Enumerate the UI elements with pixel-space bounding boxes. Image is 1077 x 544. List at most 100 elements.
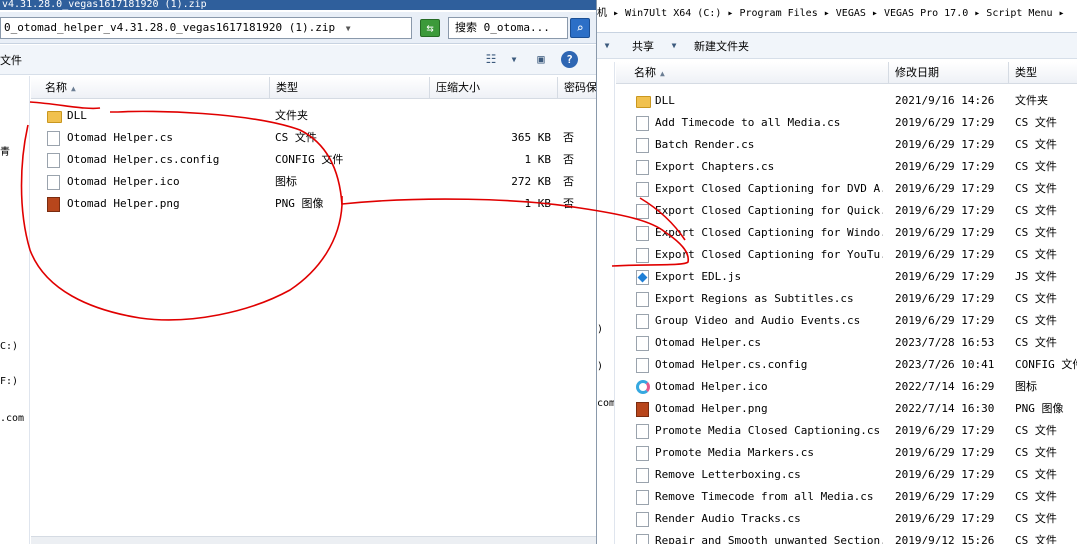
new-folder-button[interactable]: 新建文件夹 bbox=[694, 38, 749, 54]
file-row[interactable]: Otomad Helper.ico 2022/7/14 16:29 图标 bbox=[616, 376, 1077, 398]
file-row[interactable]: DLL 2021/9/16 14:26 文件夹 bbox=[616, 90, 1077, 112]
view-dropdown-icon[interactable]: ▼ bbox=[505, 51, 523, 68]
column-date[interactable]: 修改日期 bbox=[889, 62, 1009, 84]
search-input[interactable]: 搜索 0_otoma... bbox=[448, 17, 568, 39]
nav-fragment[interactable]: .com bbox=[0, 413, 24, 424]
right-explorer-window: 机 ▸ Win7Ult X64 (C:) ▸ Program Files ▸ V… bbox=[597, 0, 1077, 544]
column-label: 修改日期 bbox=[895, 66, 939, 79]
breadcrumb[interactable]: 机 ▸ Win7Ult X64 (C:) ▸ Program Files ▸ V… bbox=[597, 4, 1065, 19]
file-row[interactable]: Render Audio Tracks.cs 2019/6/29 17:29 CS … bbox=[616, 508, 1077, 530]
cell-name: DLL bbox=[655, 94, 675, 107]
cell-date: 2019/6/29 17:29 bbox=[895, 270, 995, 283]
file-row[interactable]: Promote Media Markers.cs 2019/6/29 17:29 C… bbox=[616, 442, 1077, 464]
organize-dropdown-icon[interactable]: ▼ bbox=[598, 37, 616, 54]
cell-type: CS 文件 bbox=[1015, 292, 1057, 305]
file-row[interactable]: Remove Timecode from all Media.cs 2019/6/… bbox=[616, 486, 1077, 508]
nav-fragment[interactable]: ) bbox=[597, 324, 603, 335]
file-row[interactable]: Otomad Helper.cs.config CONFIG 文件 1 KB 否 bbox=[31, 149, 596, 171]
cell-name: Otomad Helper.cs bbox=[655, 336, 761, 349]
cell-type: CS 文件 bbox=[1015, 248, 1057, 261]
cell-type: 图标 bbox=[275, 175, 297, 188]
preview-pane-icon[interactable]: ▣ bbox=[532, 51, 550, 68]
cell-date: 2019/6/29 17:29 bbox=[895, 160, 995, 173]
share-button[interactable]: 共享 bbox=[632, 38, 654, 54]
column-password[interactable]: 密码保 bbox=[558, 77, 596, 99]
file-row[interactable]: Remove Letterboxing.cs 2019/6/29 17:29 CS … bbox=[616, 464, 1077, 486]
help-icon[interactable]: ? bbox=[561, 51, 578, 68]
cell-date: 2019/9/12 15:26 bbox=[895, 534, 995, 544]
cell-name: DLL bbox=[67, 109, 87, 122]
cell-size: 1 KB bbox=[524, 197, 552, 210]
file-row[interactable]: Group Video and Audio Events.cs 2019/6/29… bbox=[616, 310, 1077, 332]
cell-name: Remove Letterboxing.cs bbox=[655, 468, 801, 481]
column-label: 压缩大小 bbox=[436, 81, 480, 94]
file-icon bbox=[636, 314, 649, 329]
file-row[interactable]: Repair and Smooth unwanted Section.cs 201… bbox=[616, 530, 1077, 544]
file-icon bbox=[47, 175, 60, 190]
file-row[interactable]: Otomad Helper.cs 2023/7/28 16:53 CS 文件 bbox=[616, 332, 1077, 354]
cell-name: Otomad Helper.png bbox=[655, 402, 768, 415]
column-label: 类型 bbox=[1015, 66, 1037, 79]
file-row[interactable]: Otomad Helper.cs.config 2023/7/26 10:41 CO… bbox=[616, 354, 1077, 376]
chevron-down-icon[interactable]: ▼ bbox=[346, 24, 351, 33]
file-row[interactable]: Add Timecode to all Media.cs 2019/6/29 17… bbox=[616, 112, 1077, 134]
cell-date: 2019/6/29 17:29 bbox=[895, 314, 995, 327]
file-icon bbox=[47, 153, 60, 168]
file-row[interactable]: Export Closed Captioning for DVD A... 201… bbox=[616, 178, 1077, 200]
cell-name: Export Closed Captioning for Windo... bbox=[655, 226, 883, 239]
cell-size: 272 KB bbox=[511, 175, 551, 188]
file-row[interactable]: Export Regions as Subtitles.cs 2019/6/29 … bbox=[616, 288, 1077, 310]
address-input[interactable]: 0_otomad_helper_v4.31.28.0_vegas16171819… bbox=[0, 17, 412, 39]
cell-type: CS 文件 bbox=[1015, 512, 1057, 525]
toolbar-file-label[interactable]: 文件 bbox=[0, 52, 22, 68]
file-row[interactable]: Export Chapters.cs 2019/6/29 17:29 CS 文件 bbox=[616, 156, 1077, 178]
column-header: 名称 ▲ 修改日期 类型 bbox=[616, 62, 1077, 84]
column-name[interactable]: 名称 ▲ bbox=[616, 62, 889, 84]
view-options-icon[interactable]: ☷ bbox=[482, 51, 500, 68]
cell-name: Otomad Helper.ico bbox=[67, 175, 180, 188]
file-row[interactable]: Export EDL.js 2019/6/29 17:29 JS 文件 bbox=[616, 266, 1077, 288]
file-row[interactable]: Batch Render.cs 2019/6/29 17:29 CS 文件 bbox=[616, 134, 1077, 156]
cell-type: 文件夹 bbox=[1015, 94, 1048, 107]
file-row[interactable]: Export Closed Captioning for YouTu... 201… bbox=[616, 244, 1077, 266]
cell-date: 2023/7/26 10:41 bbox=[895, 358, 995, 371]
refresh-button[interactable]: ⇆ bbox=[420, 19, 440, 37]
file-icon bbox=[636, 248, 649, 263]
share-dropdown-icon[interactable]: ▼ bbox=[665, 37, 683, 54]
nav-fragment[interactable]: com bbox=[597, 398, 614, 409]
file-icon bbox=[636, 138, 649, 153]
cell-type: CS 文件 bbox=[1015, 204, 1057, 217]
file-icon bbox=[636, 424, 649, 439]
search-icon: ⌕ bbox=[576, 21, 584, 35]
nav-fragment[interactable]: C:) bbox=[0, 341, 18, 352]
file-row[interactable]: Otomad Helper.png PNG 图像 1 KB 否 bbox=[31, 193, 596, 215]
cell-type: CS 文件 bbox=[1015, 138, 1057, 151]
file-row[interactable]: Export Closed Captioning for Windo... 201… bbox=[616, 222, 1077, 244]
cell-type: CS 文件 bbox=[1015, 182, 1057, 195]
cell-pwd: 否 bbox=[563, 175, 574, 188]
cell-date: 2019/6/29 17:29 bbox=[895, 490, 995, 503]
file-row[interactable]: Otomad Helper.cs CS 文件 365 KB 否 bbox=[31, 127, 596, 149]
file-row[interactable]: Otomad Helper.ico 图标 272 KB 否 bbox=[31, 171, 596, 193]
column-size[interactable]: 压缩大小 bbox=[430, 77, 558, 99]
column-type[interactable]: 类型 bbox=[1009, 62, 1077, 84]
left-explorer-window: v4.31.28.0_vegas1617181920 (1).zip 0_oto… bbox=[0, 0, 597, 544]
file-icon bbox=[636, 292, 649, 307]
image-icon bbox=[636, 402, 649, 417]
column-name[interactable]: 名称 ▲ bbox=[31, 77, 270, 99]
cell-size: 1 KB bbox=[524, 153, 552, 166]
file-row[interactable]: Export Closed Captioning for Quick... 201… bbox=[616, 200, 1077, 222]
file-row[interactable]: Otomad Helper.png 2022/7/14 16:30 PNG 图像 bbox=[616, 398, 1077, 420]
cell-name: Batch Render.cs bbox=[655, 138, 755, 151]
nav-fragment[interactable]: 青 bbox=[0, 143, 10, 158]
column-label: 名称 bbox=[45, 81, 67, 94]
file-icon bbox=[636, 182, 649, 197]
column-type[interactable]: 类型 bbox=[270, 77, 430, 99]
horizontal-scrollbar[interactable] bbox=[31, 536, 596, 544]
nav-fragment[interactable]: ) bbox=[597, 361, 603, 372]
file-icon bbox=[636, 468, 649, 483]
search-button[interactable]: ⌕ bbox=[570, 18, 590, 38]
nav-fragment[interactable]: F:) bbox=[0, 376, 18, 387]
file-row[interactable]: Promote Media Closed Captioning.cs 2019/6… bbox=[616, 420, 1077, 442]
file-row[interactable]: DLL 文件夹 bbox=[31, 105, 596, 127]
